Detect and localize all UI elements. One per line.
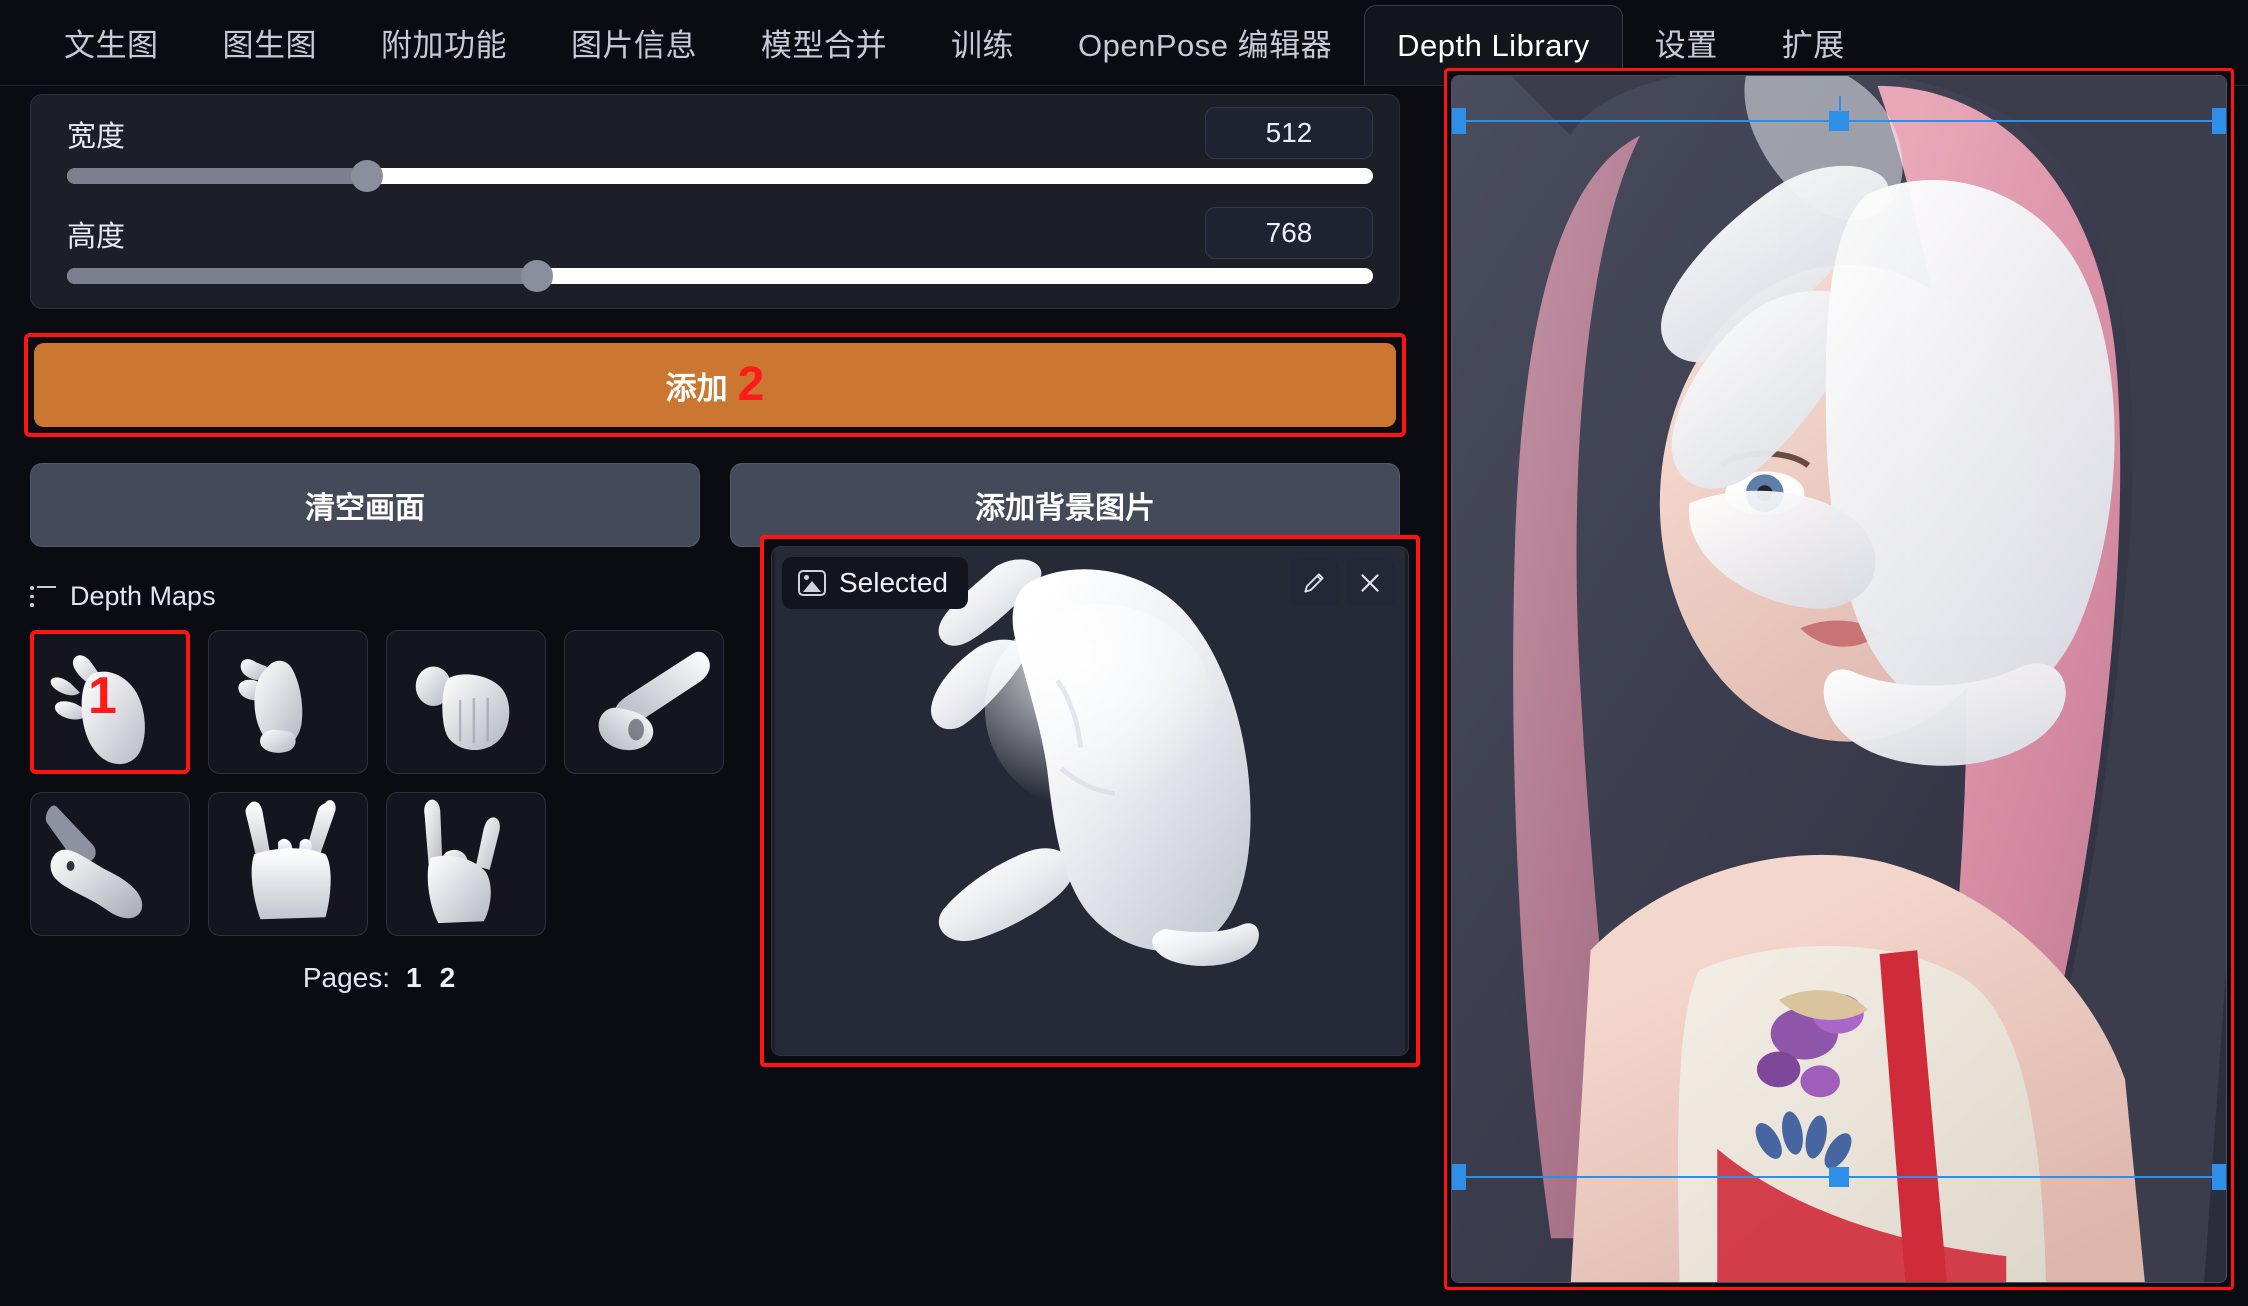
tab-label: 图片信息 [571,27,697,63]
depth-map-thumb-4[interactable] [30,792,190,936]
close-icon [1361,574,1379,592]
hand-pinch-side-icon [50,655,145,765]
tab-label: 图生图 [222,27,317,63]
depth-library-page: 文生图 图生图 附加功能 图片信息 模型合并 训练 OpenPose 编辑器 D… [0,0,2248,1306]
tab-label: Depth Library [1397,27,1590,63]
edit-button[interactable] [1290,559,1338,607]
canvas-preview-highlight [1444,68,2234,1290]
hand-point-index-icon [598,651,710,751]
clear-canvas-button[interactable]: 清空画面 [30,463,700,547]
tab-txt2img[interactable]: 文生图 [32,0,191,85]
depth-map-thumb-0[interactable]: 1 [30,630,190,774]
height-slider-row: 高度 768 [55,207,1375,313]
list-icon [30,585,56,608]
resize-handle-top-left[interactable] [1452,108,1466,134]
add-button-label: 添加 [665,370,728,406]
tab-label: 扩展 [1781,27,1845,63]
depth-maps-title: Depth Maps [70,581,216,611]
pagination-label: Pages: [302,962,390,993]
pencil-icon [1304,573,1324,593]
add-button-highlight: 添加 2 [24,333,1406,437]
canvas-background-image [1452,76,2226,1282]
annotation-2: 2 [737,358,765,412]
width-label: 宽度 [67,121,126,153]
tab-img2img[interactable]: 图生图 [191,0,350,85]
tab-train[interactable]: 训练 [919,0,1046,85]
tab-label: 设置 [1654,27,1718,63]
selected-badge: Selected [782,557,968,609]
resize-handle-top-center[interactable] [1829,111,1849,131]
height-label: 高度 [67,221,126,253]
resize-handle-top-right[interactable] [2212,108,2226,134]
depth-maps-grid: 1 [30,630,730,936]
selected-tools [1290,559,1394,607]
depth-map-thumb-1[interactable] [208,630,368,774]
hand-claw-angled-icon [238,659,303,753]
height-slider-thumb[interactable] [521,260,554,292]
tab-label: 模型合并 [761,27,887,63]
depth-maps-pagination: Pages: 1 2 [30,962,730,994]
depth-maps-header: Depth Maps [30,581,730,612]
tab-openpose-editor[interactable]: OpenPose 编辑器 [1046,0,1364,85]
add-button[interactable]: 添加 2 [34,343,1396,427]
depth-maps-section: Depth Maps 1 Pages: 1 2 [30,581,730,994]
resize-handle-bottom-left[interactable] [1452,1164,1466,1190]
library-and-preview-row: Depth Maps 1 Pages: 1 2 Selected [30,535,1430,1141]
height-input[interactable]: 768 [1205,207,1373,259]
left-controls-column: 宽度 512 高度 768 添加 2 清空画面 添加背景图片 Depth Map… [0,86,1440,1306]
depth-map-thumb-5[interactable] [208,792,368,936]
hand-rock-horns-side-icon [424,799,500,924]
selected-depth-map-image [774,547,1406,1055]
tab-label: OpenPose 编辑器 [1078,27,1333,63]
depth-map-thumb-2[interactable] [386,630,546,774]
selected-panel-highlight: Selected [760,535,1420,1067]
canvas-size-panel: 宽度 512 高度 768 [30,94,1400,309]
selected-preview-panel: Selected [771,546,1409,1056]
close-button[interactable] [1346,559,1394,607]
hand-point-down-icon [45,805,143,919]
tab-extras[interactable]: 附加功能 [349,0,539,85]
width-slider-thumb[interactable] [351,160,384,192]
page-link-2[interactable]: 2 [438,962,458,994]
canvas-preview[interactable] [1451,75,2227,1283]
depth-map-thumb-3[interactable] [564,630,724,774]
depth-map-thumb-6[interactable] [386,792,546,936]
tab-png-info[interactable]: 图片信息 [539,0,729,85]
resize-handle-bottom-center[interactable] [1829,1167,1849,1187]
width-slider-fill [67,168,368,184]
width-input[interactable]: 512 [1205,107,1373,159]
resize-handle-bottom-right[interactable] [2212,1164,2226,1190]
tab-label: 文生图 [64,27,159,63]
tab-label: 附加功能 [381,27,507,63]
tab-checkpoint-merger[interactable]: 模型合并 [729,0,919,85]
hand-rock-horns-front-icon [245,800,336,920]
page-link-1[interactable]: 1 [404,962,424,994]
width-slider-row: 宽度 512 [55,107,1375,213]
selected-label: Selected [839,567,948,598]
image-icon [798,570,826,596]
hand-fist-thumb-up-icon [415,666,510,751]
height-slider-fill [67,268,538,284]
height-slider[interactable] [67,260,1373,292]
width-slider[interactable] [67,160,1373,192]
tab-label: 训练 [951,27,1014,63]
